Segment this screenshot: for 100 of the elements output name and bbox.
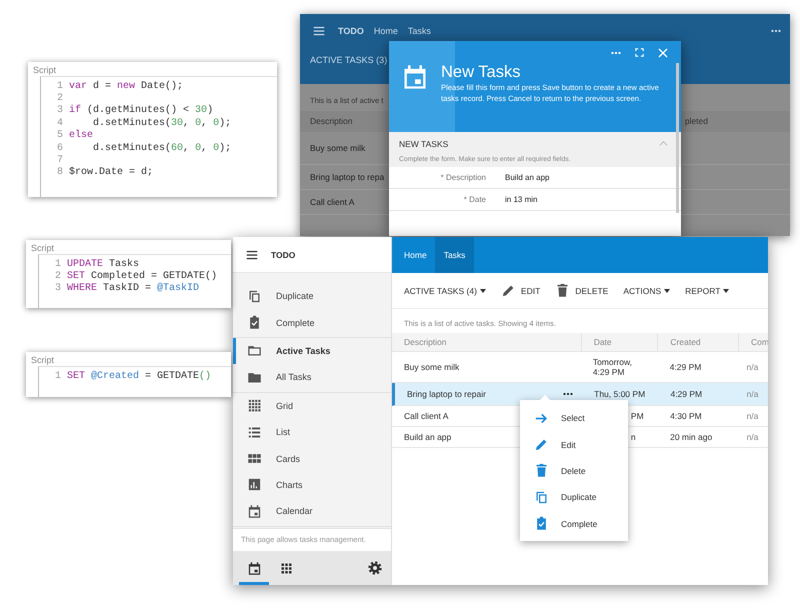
sidebar-item[interactable]: Charts — [233, 472, 391, 498]
table-cell: 20 min ago — [670, 432, 712, 442]
code-line: UPDATE Tasks — [67, 258, 140, 270]
section-title: NEW TASKS — [399, 138, 448, 148]
sidebar-item[interactable]: Cards — [233, 445, 391, 472]
table-cell: 4:30 PM — [670, 411, 702, 421]
line-number: 3 — [56, 105, 64, 116]
dialog-title: New Tasks — [441, 63, 522, 82]
trash-icon — [534, 463, 549, 478]
panel-title: Script — [30, 242, 56, 254]
line-number: 4 — [56, 118, 64, 129]
line-number: 2 — [56, 93, 64, 104]
menu-item[interactable]: Delete — [520, 458, 628, 484]
sidebar-item[interactable]: All Tasks — [233, 364, 391, 391]
table-cell-text: Tomorrow, 4:29 PM — [592, 357, 634, 377]
code-line: var d = new Date(); — [69, 80, 184, 92]
code-line: WHERE TaskID = @TaskID — [67, 283, 200, 294]
line-number: 2 — [54, 271, 62, 282]
column-header: Description — [403, 336, 448, 349]
grid-icon — [247, 398, 262, 414]
panel-title: Script — [32, 64, 58, 76]
duplicate-icon — [534, 490, 549, 505]
calendar-icon — [247, 504, 262, 519]
line-number: 5 — [56, 130, 64, 142]
table-cell: Bring laptop to repair — [407, 389, 486, 399]
code-line: SET @Created = GETDATE() — [67, 370, 212, 382]
table-cell: 4:29 PM — [670, 362, 702, 372]
clipboard-check-icon — [247, 315, 262, 330]
line-number: 1 — [56, 80, 64, 92]
menu-item[interactable]: Edit — [520, 431, 628, 458]
table-cell: n/a — [746, 411, 758, 421]
table-cell: n/a — [746, 389, 758, 399]
grid-icon — [278, 560, 294, 576]
pencil-icon — [500, 283, 516, 298]
table-cell: Thu, 5:00 PM — [594, 389, 646, 399]
nav-tab[interactable]: Home — [392, 237, 435, 273]
field-label: * Date — [462, 195, 486, 204]
sidebar-item[interactable]: List — [233, 418, 391, 446]
line-number: 1 — [54, 258, 62, 270]
column-header: Date — [580, 333, 658, 351]
code-line: SET Completed = GETDATE() — [67, 271, 218, 282]
app-title: TODO — [338, 26, 364, 36]
line-number: 1 — [54, 370, 62, 382]
folder-icon — [247, 343, 262, 358]
list-icon — [247, 424, 262, 440]
nav-tab[interactable]: Tasks — [434, 237, 474, 273]
column-header: Created — [657, 333, 738, 351]
line-number: 6 — [56, 142, 64, 154]
nav-tab[interactable]: Home — [374, 26, 398, 36]
code-line: if (d.getMinutes() < 30) — [69, 105, 214, 116]
line-number: 3 — [54, 283, 62, 294]
table-cell: Bring laptop to repa — [310, 172, 384, 182]
table-cell: Call client A — [404, 411, 448, 421]
field-value[interactable]: Build an app — [505, 173, 550, 182]
line-number: 8 — [56, 167, 64, 178]
code-editor[interactable]: 1 UPDATE Tasks 2 SET Completed = GETDATE() 3 WHERE TaskID = @TaskID — [38, 254, 231, 308]
table-cell: Buy some milk — [404, 362, 460, 372]
field-value[interactable]: in 13 min — [505, 195, 538, 204]
dropdown-button[interactable]: ACTIONS — [623, 286, 670, 296]
column-header: pleted — [684, 116, 708, 126]
table-cell: n — [630, 432, 636, 442]
code-editor[interactable]: 1 var d = new Date(); 2 3 if (d.getMinutes() < 30) 4 d.setMinutes(30, 0, 0); 5 else 6 d.setMinutes(60, 0, 0); 7 8 $row.Date = d; — [40, 76, 277, 197]
toolbar-button[interactable]: DELETE — [555, 283, 608, 298]
table-cell: Call client A — [310, 197, 354, 207]
toolbar-button[interactable]: EDIT — [500, 283, 540, 298]
duplicate-icon — [247, 288, 262, 304]
trash-icon — [555, 283, 570, 298]
code-line: d.setMinutes(60, 0, 0); — [92, 142, 232, 154]
settings-icon[interactable] — [367, 560, 383, 576]
close-icon[interactable] — [657, 47, 669, 59]
line-number: 7 — [56, 155, 64, 166]
table-cell: Build an app — [404, 432, 452, 442]
menu-item[interactable]: Duplicate — [520, 484, 628, 511]
pencil-icon — [534, 437, 549, 452]
code-line: else — [69, 130, 94, 142]
table-cell: PM — [630, 411, 644, 421]
table-row[interactable]: Bring laptop to repair Thu, 5:00 PM 4:29 PM n/a — [392, 383, 768, 406]
table-cell: n/a — [746, 362, 758, 372]
sidebar-item[interactable]: Grid — [233, 392, 391, 419]
dropdown-button[interactable]: REPORT — [685, 286, 730, 296]
column-header: Description — [310, 116, 353, 126]
sidebar-item[interactable]: Calendar — [233, 498, 391, 525]
nav-tab[interactable]: Tasks — [408, 26, 431, 36]
column-header: Com — [738, 333, 768, 351]
dropdown-button[interactable]: ACTIVE TASKS (4) — [404, 286, 486, 296]
sidebar-item[interactable]: Complete — [233, 309, 391, 336]
sidebar-item[interactable]: Duplicate — [233, 283, 391, 310]
calendar-icon — [246, 560, 262, 576]
app-title: TODO — [271, 250, 296, 260]
field-label: * Description — [440, 173, 486, 182]
panel-title: Script — [30, 354, 56, 366]
expand-icon[interactable] — [634, 47, 645, 58]
table-cell: n/a — [746, 432, 758, 442]
clipboard-check-icon — [534, 516, 549, 532]
table-cell: 4:29 PM — [670, 389, 702, 399]
table-cell: Buy some milk — [310, 143, 366, 153]
code-editor[interactable]: 1 SET @Created = GETDATE() — [38, 366, 231, 397]
menu-item[interactable]: Complete — [520, 510, 628, 537]
code-line: $row.Date = d; — [69, 167, 154, 178]
code-line: d.setMinutes(30, 0, 0); — [92, 118, 232, 129]
